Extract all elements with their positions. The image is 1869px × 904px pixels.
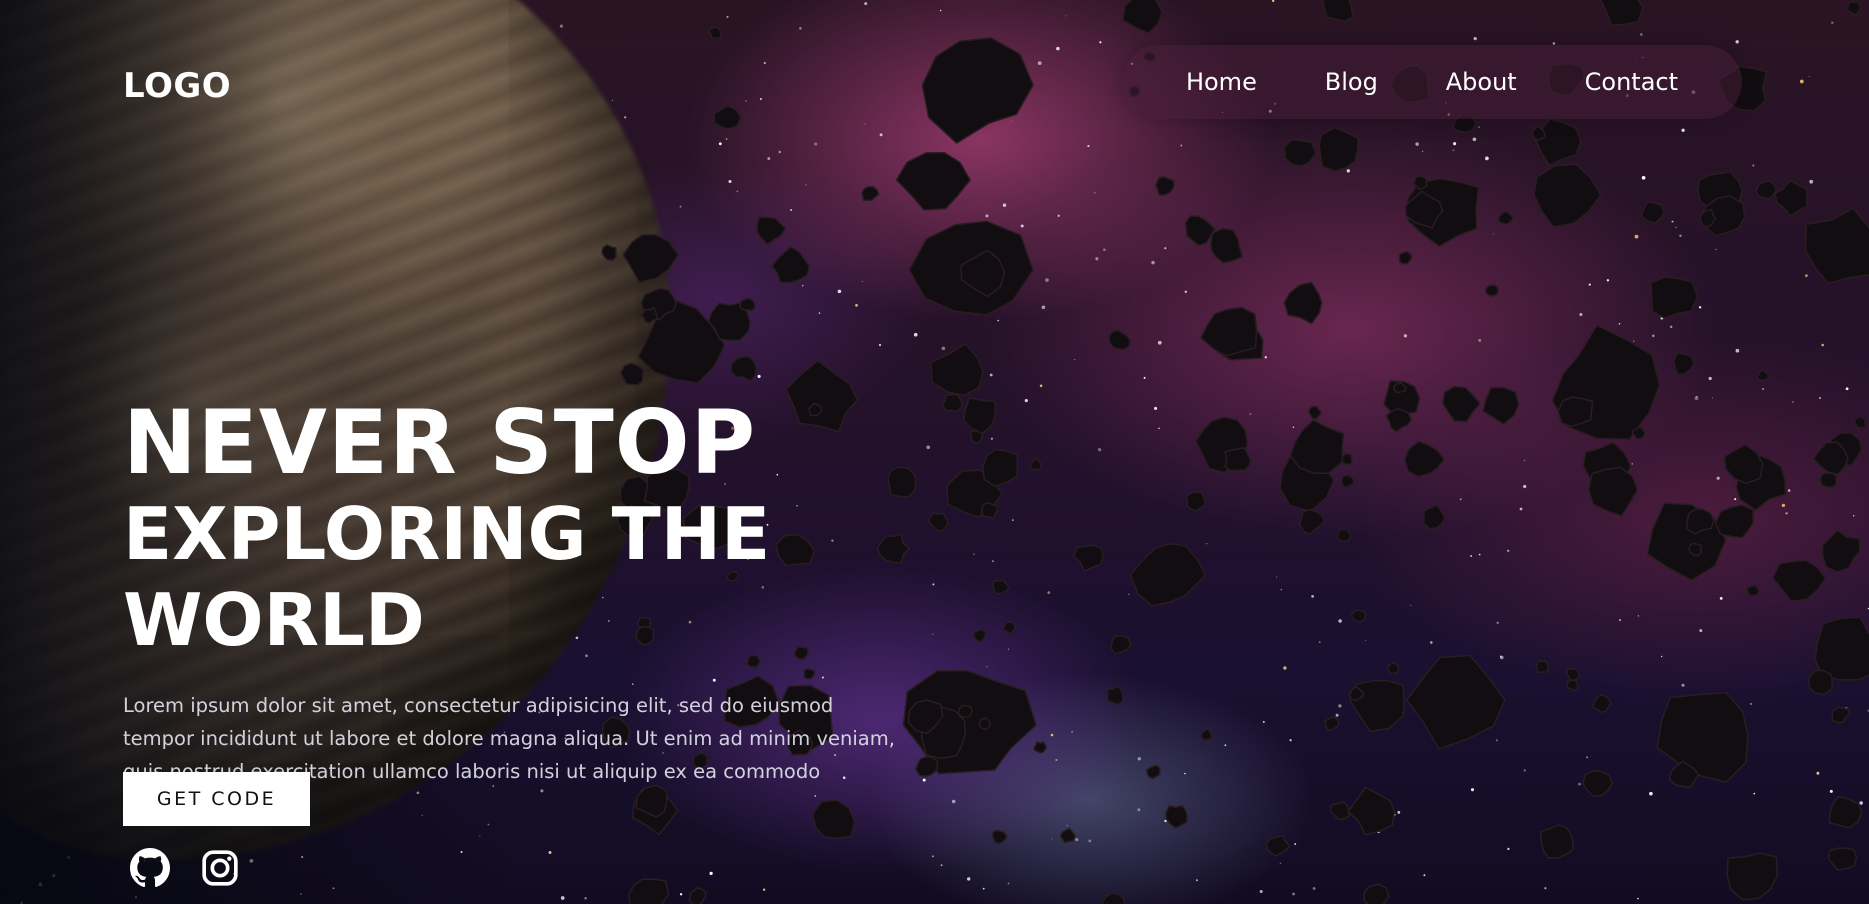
nav-link-blog[interactable]: Blog [1325, 68, 1378, 96]
instagram-icon [202, 850, 238, 886]
instagram-link[interactable] [200, 848, 240, 888]
get-code-button[interactable]: GET CODE [123, 772, 310, 826]
nav-link-home[interactable]: Home [1186, 68, 1257, 96]
nav-link-contact[interactable]: Contact [1585, 68, 1678, 96]
site-header: LOGO Home Blog About Contact [0, 0, 1869, 130]
github-icon [130, 848, 170, 888]
nav-link-about[interactable]: About [1446, 68, 1517, 96]
github-link[interactable] [130, 848, 170, 888]
main-nav: Home Blog About Contact [1122, 45, 1742, 119]
hero-background: LOGO Home Blog About Contact NEVER STOP … [0, 0, 1869, 904]
hero-title-line-2: EXPLORING THE WORLD [123, 492, 771, 662]
social-links [130, 848, 240, 888]
logo[interactable]: LOGO [123, 66, 231, 106]
hero-title-line-1: NEVER STOP [123, 391, 757, 494]
